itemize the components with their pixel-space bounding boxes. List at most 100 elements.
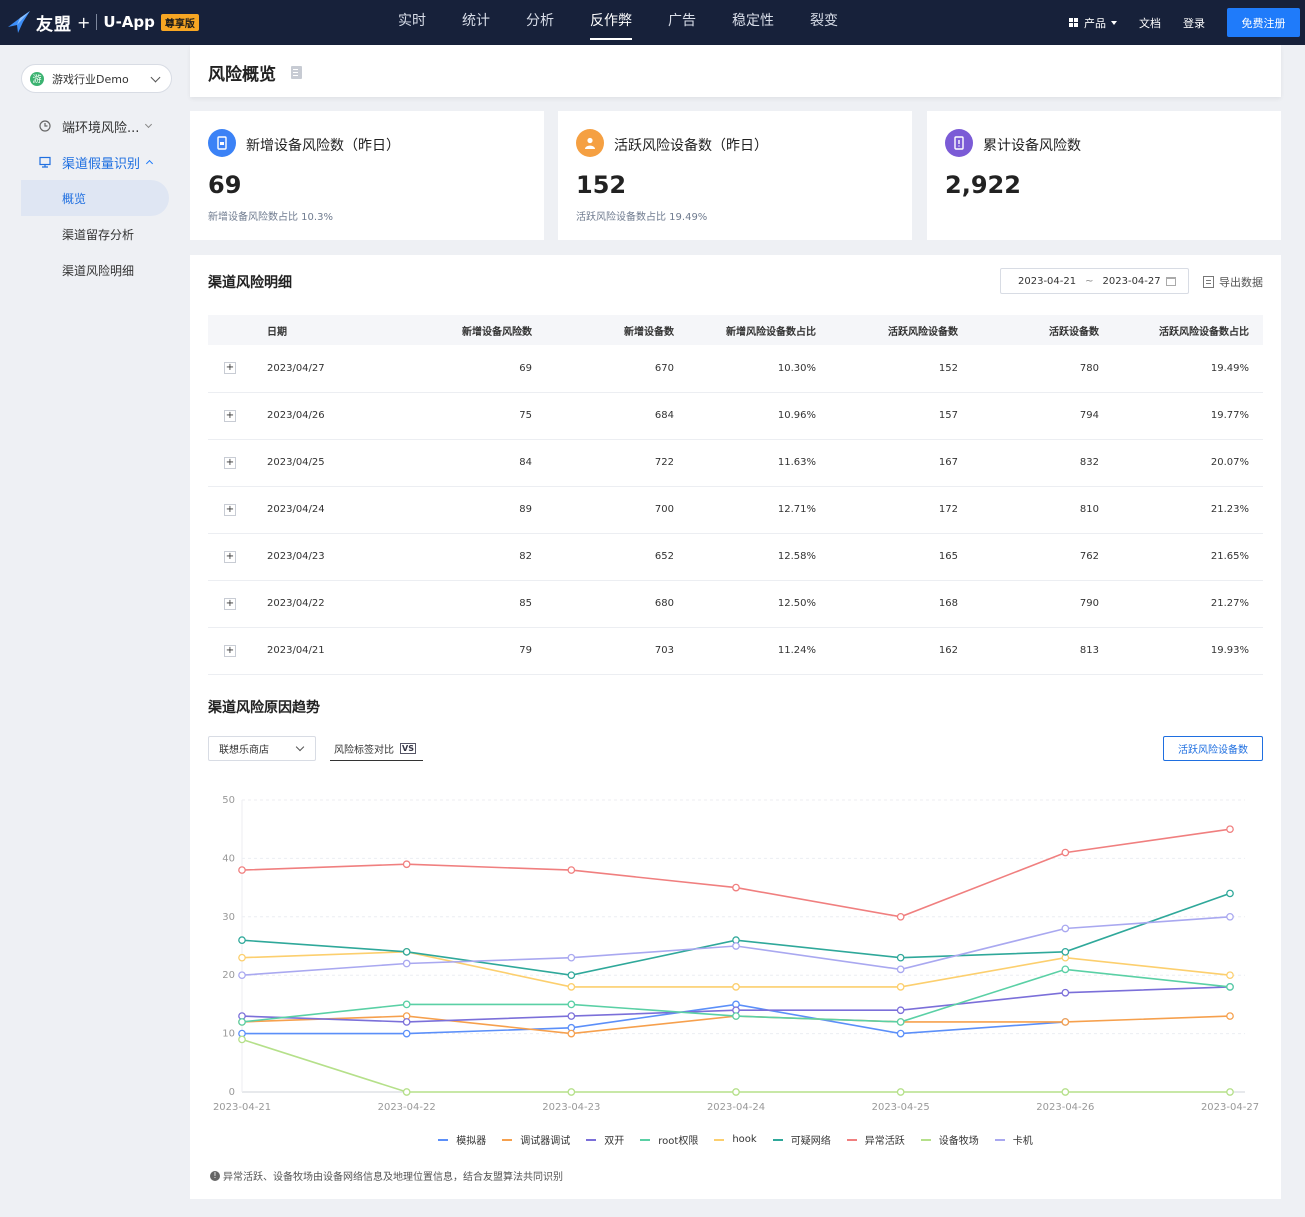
column-header-date[interactable]: 日期 [253,315,353,345]
date-end: 2023-04-27 [1102,275,1161,287]
data-point [402,860,411,869]
y-tick-label: 50 [222,795,235,806]
nav-realtime[interactable]: 实时 [380,0,444,45]
metric-card-new-risk: 新增设备风险数（昨日） 69 新增设备风险数占比 10.3% [190,111,544,240]
legend-item[interactable]: 卡机 [994,1132,1033,1147]
nav-analysis[interactable]: 分析 [508,0,572,45]
login-link[interactable]: 登录 [1183,15,1205,31]
expand-row-button[interactable]: + [224,503,236,516]
sidebar-item-overview[interactable]: 概览 [21,180,169,216]
nav-statistics[interactable]: 统计 [444,0,508,45]
legend-item[interactable]: 可疑网络 [772,1132,831,1147]
channel-risk-card: 渠道风险明细 2023-04-21 ~ 2023-04-27 导出数据 日期 新… [190,255,1281,1199]
date-start: 2023-04-21 [1018,275,1077,287]
chevron-down-icon [145,120,153,128]
x-tick-label: 2023-04-21 [213,1102,271,1113]
data-point [567,983,576,991]
brand-logo[interactable]: 友盟 + U-App 尊享版 [6,8,199,36]
legend-swatch [920,1138,931,1141]
sidebar-item-channel-risk-detail[interactable]: 渠道风险明细 [21,252,169,288]
legend-item[interactable]: 异常活跃 [846,1132,905,1147]
page-header: 风险概览 [190,45,1281,97]
table-cell: 790 [972,580,1113,628]
table-cell: 680 [546,580,688,628]
expand-cell: + [208,533,253,581]
date-range-picker[interactable]: 2023-04-21 ~ 2023-04-27 [1000,268,1189,294]
sidebar-item-channel-retention[interactable]: 渠道留存分析 [21,216,169,252]
legend-label: 双开 [604,1136,625,1147]
doc-icon[interactable] [291,66,302,79]
data-point [402,1000,411,1009]
table-cell: 152 [830,345,972,393]
sidebar-group-device-env[interactable]: 端环境风险... [0,110,190,142]
table-cell: 2023/04/22 [253,580,353,628]
signup-button[interactable]: 免费注册 [1227,8,1300,37]
expand-row-button[interactable]: + [224,644,236,657]
table-cell: 21.65% [1113,533,1263,581]
table-cell: 75 [353,392,546,440]
data-point [238,1035,246,1044]
column-header-new-risk-ratio[interactable]: 新增风险设备数占比 [688,315,830,345]
legend-label: 异常活跃 [864,1136,905,1147]
vs-icon: VS [400,742,416,754]
docs-link[interactable]: 文档 [1139,15,1161,31]
nav-anti-cheat[interactable]: 反作弊 [572,0,650,45]
legend-item[interactable]: 模拟器 [438,1132,486,1147]
data-point [238,936,246,945]
channel-icon [39,156,51,168]
active-risk-metric-button[interactable]: 活跃风险设备数 [1163,736,1263,761]
column-header-active-devices[interactable]: 活跃设备数 [972,315,1113,345]
table-cell: 670 [546,345,688,393]
nav-ads[interactable]: 广告 [650,0,714,45]
channel-store-select[interactable]: 联想乐商店 [208,736,316,761]
table-cell: 12.50% [688,580,830,628]
metric-subtext: 新增设备风险数占比 10.3% [208,212,333,223]
expand-row-button[interactable]: + [224,409,236,422]
expand-cell: + [208,486,253,534]
export-data-button[interactable]: 导出数据 [1203,274,1263,290]
column-header-active-risk-ratio[interactable]: 活跃风险设备数占比 [1113,315,1263,345]
metric-card-active-risk: 活跃风险设备数（昨日） 152 活跃风险设备数占比 19.49% [558,111,912,240]
table-cell: 722 [546,439,688,487]
table-row: +2023/04/21 79 703 11.24% 162 813 19.93% [208,627,1263,675]
legend-item[interactable]: 设备牧场 [920,1132,979,1147]
nav-stability[interactable]: 稳定性 [714,0,792,45]
data-point [1226,983,1234,991]
column-header-new-risk[interactable]: 新增设备风险数 [353,315,546,345]
expand-row-button[interactable]: + [224,550,236,563]
legend-item[interactable]: 双开 [586,1132,624,1147]
product-menu[interactable]: 产品 [1069,15,1117,31]
legend-label: hook [732,1134,757,1145]
table-cell: 168 [830,580,972,628]
table-cell: 10.30% [688,345,830,393]
data-point [1061,947,1070,956]
data-point [1226,971,1234,980]
legend-swatch [714,1138,725,1141]
column-header-active-risk[interactable]: 活跃风险设备数 [830,315,972,345]
nav-fission[interactable]: 裂变 [792,0,856,45]
x-tick-label: 2023-04-27 [1201,1102,1259,1113]
main-nav: 实时 统计 分析 反作弊 广告 稳定性 裂变 [380,0,856,45]
risk-tag-compare-tab[interactable]: 风险标签对比 VS [330,736,423,761]
table-cell: 11.63% [688,439,830,487]
metric-label: 累计设备风险数 [983,138,1081,154]
table-cell: 813 [972,627,1113,675]
metric-value: 2,922 [945,171,1021,199]
top-right-actions: 产品 文档 登录 免费注册 [1069,0,1305,45]
export-label: 导出数据 [1219,276,1263,289]
sidebar-group-channel-fake[interactable]: 渠道假量识别 [0,146,190,178]
table-cell: 10.96% [688,392,830,440]
legend-item[interactable]: hook [714,1132,757,1147]
legend-item[interactable]: 调试器调试 [502,1132,570,1147]
bird-logo-icon [8,11,30,33]
expand-row-button[interactable]: + [224,456,236,469]
data-point [567,1000,576,1009]
column-header-new-devices[interactable]: 新增设备数 [546,315,688,345]
expand-cell: + [208,580,253,628]
y-tick-label: 40 [222,853,235,864]
expand-row-button[interactable]: + [224,362,236,375]
table-row: +2023/04/23 82 652 12.58% 165 762 21.65% [208,533,1263,581]
expand-row-button[interactable]: + [224,597,236,610]
legend-item[interactable]: root权限 [640,1132,698,1147]
app-selector[interactable]: 游 游戏行业Demo [21,64,172,93]
